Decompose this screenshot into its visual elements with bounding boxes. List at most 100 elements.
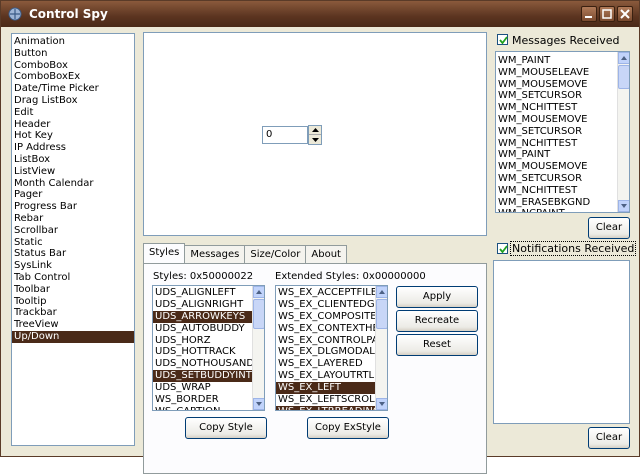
style-list-item[interactable]: UDS_ALIGNRIGHT (153, 299, 264, 311)
minimize-button[interactable] (581, 6, 597, 22)
title-bar[interactable]: Control Spy (1, 1, 639, 27)
scroll-down-icon[interactable] (253, 398, 264, 410)
message-list-item[interactable]: WM_MOUSELEAVE (496, 67, 629, 79)
control-list-item[interactable]: Up/Down (12, 330, 134, 343)
notifications-received-checkbox[interactable] (497, 243, 508, 254)
control-list-item[interactable]: Scrollbar (12, 225, 134, 237)
control-list-item[interactable]: SysLink (12, 260, 134, 272)
copy-exstyle-button[interactable]: Copy ExStyle (307, 417, 389, 439)
control-list-item[interactable]: ComboBox (12, 60, 134, 72)
styles-scrollbar[interactable] (252, 286, 264, 410)
message-list-item[interactable]: WM_SETCURSOR (496, 173, 629, 185)
scroll-up-icon[interactable] (618, 52, 629, 64)
message-list-item[interactable]: WM_MOUSEMOVE (496, 114, 629, 126)
style-list-item[interactable]: UDS_AUTOBUDDY (153, 323, 264, 335)
exstyle-list-item[interactable]: WS_EX_LEFTSCROLLBAR (276, 394, 387, 406)
tab-styles[interactable]: Styles (143, 243, 186, 263)
control-list-item[interactable]: Static (12, 237, 134, 249)
message-list-item[interactable]: WM_SETCURSOR (496, 90, 629, 102)
style-list-item[interactable]: UDS_ARROWKEYS (153, 310, 264, 323)
copy-style-button[interactable]: Copy Style (185, 417, 267, 439)
scroll-thumb[interactable] (253, 299, 264, 329)
style-list-item[interactable]: WS_BORDER (153, 394, 264, 406)
exstyles-scrollbar[interactable] (375, 286, 387, 410)
control-list-item[interactable]: Animation (12, 36, 134, 48)
control-list-item[interactable]: Rebar (12, 213, 134, 225)
style-list-item[interactable]: UDS_SETBUDDYINT (153, 370, 264, 383)
maximize-button[interactable] (599, 6, 615, 22)
scroll-thumb[interactable] (618, 65, 629, 89)
message-list-item[interactable]: WM_MOUSEMOVE (496, 79, 629, 91)
control-list-item[interactable]: Date/Time Picker (12, 83, 134, 95)
message-list-item[interactable]: WM_MOUSEMOVE (496, 161, 629, 173)
clear-messages-button[interactable]: Clear (588, 217, 630, 239)
message-list-item[interactable]: WM_NCHITTEST (496, 102, 629, 114)
style-list-item[interactable]: UDS_WRAP (153, 382, 264, 394)
scroll-down-icon[interactable] (618, 200, 629, 212)
control-list-item[interactable]: Progress Bar (12, 201, 134, 213)
control-list-item[interactable]: Tab Control (12, 272, 134, 284)
exstyle-list-item[interactable]: WS_EX_CONTEXTHELP (276, 323, 387, 335)
exstyle-list-item[interactable]: WS_EX_LAYERED (276, 358, 387, 370)
exstyle-list-item[interactable]: WS_EX_LTRREADING (276, 405, 387, 410)
control-list-item[interactable]: Status Bar (12, 248, 134, 260)
exstyle-list-item[interactable]: WS_EX_ACCEPTFILES (276, 287, 387, 299)
clear-notifications-button[interactable]: Clear (588, 427, 630, 449)
messages-scrollbar[interactable] (617, 52, 629, 212)
style-list-item[interactable]: UDS_HOTTRACK (153, 346, 264, 358)
control-list-item[interactable]: ListView (12, 166, 134, 178)
control-list-item[interactable]: Header (12, 119, 134, 131)
messages-received-checkbox[interactable] (497, 34, 508, 45)
message-list-item[interactable]: WM_PAINT (496, 149, 629, 161)
extended-styles-listbox[interactable]: WS_EX_ACCEPTFILES WS_EX_CLIENTEDGE WS_EX_C… (275, 285, 388, 411)
spin-up-arrow-icon[interactable] (309, 126, 321, 135)
control-list-item[interactable]: Tooltip (12, 296, 134, 308)
message-list-item[interactable]: WM_NCHITTEST (496, 138, 629, 150)
control-list-item[interactable]: Toolbar (12, 284, 134, 296)
style-list-item[interactable]: UDS_NOTHOUSANDS (153, 358, 264, 370)
control-list-item[interactable]: Button (12, 48, 134, 60)
message-list-item[interactable]: WM_ERASEBKGND (496, 197, 629, 209)
tab-size-color[interactable]: Size/Color (244, 245, 307, 263)
styles-listbox[interactable]: UDS_ALIGNLEFT UDS_ALIGNRIGHT UDS_ARROWKEYS… (152, 285, 265, 411)
control-list-item[interactable]: Pager (12, 189, 134, 201)
control-list-item[interactable]: IP Address (12, 142, 134, 154)
spin-down-arrow-icon[interactable] (309, 135, 321, 144)
control-list-item[interactable]: Edit (12, 107, 134, 119)
updown-buddy-edit[interactable]: 0 (262, 126, 308, 144)
messages-listbox[interactable]: WM_PAINT WM_MOUSELEAVE WM_MOUSEMOVE WM_SETC… (495, 51, 630, 213)
tab-messages[interactable]: Messages (184, 245, 246, 263)
style-list-item[interactable]: UDS_HORZ (153, 335, 264, 347)
control-list-item[interactable]: Month Calendar (12, 178, 134, 190)
exstyle-list-item[interactable]: WS_EX_COMPOSITED (276, 311, 387, 323)
message-list-item[interactable]: WM_NCPAINT (496, 208, 629, 212)
updown-spin-control[interactable] (308, 125, 322, 145)
close-button[interactable] (617, 6, 633, 22)
control-list-item[interactable]: ComboBoxEx (12, 71, 134, 83)
exstyle-list-item[interactable]: WS_EX_CONTROLPARENT (276, 335, 387, 347)
control-list-item[interactable]: Drag ListBox (12, 95, 134, 107)
control-list-item[interactable]: ListBox (12, 154, 134, 166)
apply-button[interactable]: Apply (396, 286, 478, 308)
tab-about[interactable]: About (305, 245, 347, 263)
message-list-item[interactable]: WM_NCHITTEST (496, 185, 629, 197)
style-list-item[interactable]: UDS_ALIGNLEFT (153, 287, 264, 299)
exstyle-list-item[interactable]: WS_EX_LAYOUTRTL (276, 370, 387, 382)
scroll-down-icon[interactable] (376, 398, 387, 410)
message-list-item[interactable]: WM_SETCURSOR (496, 126, 629, 138)
message-list-item[interactable]: WM_PAINT (496, 55, 629, 67)
exstyle-list-item[interactable]: WS_EX_LEFT (276, 382, 387, 395)
style-list-item[interactable]: WS_CAPTION (153, 406, 264, 410)
notifications-listbox[interactable] (493, 260, 630, 424)
control-list-item[interactable]: Trackbar (12, 307, 134, 319)
control-list-item[interactable]: Hot Key (12, 130, 134, 142)
control-type-list[interactable]: Animation Button ComboBox ComboBoxEx Date/Ti… (11, 33, 135, 446)
exstyle-list-item[interactable]: WS_EX_CLIENTEDGE (276, 299, 387, 311)
reset-button[interactable]: Reset (396, 334, 478, 356)
exstyle-list-item[interactable]: WS_EX_DLGMODALFRAME (276, 346, 387, 358)
scroll-thumb[interactable] (376, 299, 387, 329)
recreate-button[interactable]: Recreate (396, 310, 478, 332)
control-list-item[interactable]: TreeView (12, 319, 134, 331)
scroll-up-icon[interactable] (376, 286, 387, 298)
scroll-up-icon[interactable] (253, 286, 264, 298)
